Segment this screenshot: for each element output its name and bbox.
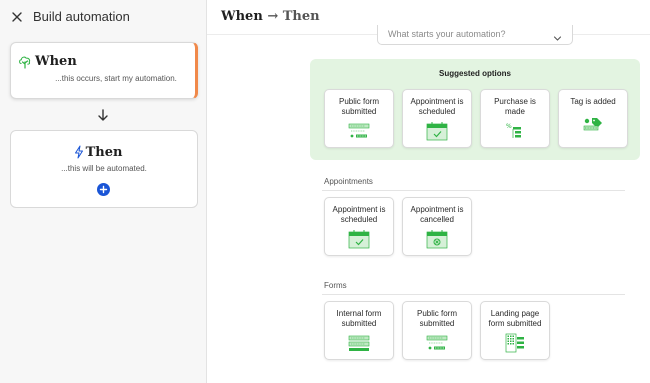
page-title: When → Then xyxy=(221,9,320,24)
left-panel-header: Build automation xyxy=(0,0,207,34)
calendar-check-icon xyxy=(348,229,370,254)
form-icon xyxy=(348,123,370,144)
section-title-appointments: Appointments xyxy=(324,177,373,186)
option-label: Public form submitted xyxy=(338,97,379,116)
option-label: Appointment is scheduled xyxy=(410,97,464,116)
when-title: When xyxy=(35,54,77,69)
option-tag-added[interactable]: Tag is added xyxy=(558,89,628,148)
option-public-form-submitted[interactable]: Public form submitted xyxy=(402,301,472,360)
option-landing-page-form-submitted[interactable]: Landing page form submitted xyxy=(480,301,550,360)
when-subtitle: ...this occurs, start my automation. xyxy=(55,74,177,83)
when-card[interactable]: When ...this occurs, start my automation… xyxy=(10,42,198,99)
page-title-arrow: → xyxy=(267,9,279,24)
section-divider xyxy=(322,190,625,191)
page-title-then: Then xyxy=(282,9,320,24)
calendar-cancel-icon xyxy=(426,229,448,254)
then-title: Then xyxy=(85,145,123,160)
landing-page-icon xyxy=(504,332,526,359)
then-subtitle: ...this will be automated. xyxy=(61,164,147,173)
plus-icon xyxy=(99,185,108,194)
trigger-select[interactable]: What starts your automation? xyxy=(377,25,573,45)
option-label: Purchase is made xyxy=(494,97,536,116)
trigger-select-placeholder: What starts your automation? xyxy=(388,29,506,39)
option-public-form-submitted[interactable]: Public form submitted xyxy=(324,89,394,148)
svg-text:%: % xyxy=(506,123,512,130)
form-icon xyxy=(426,335,448,356)
receipt-icon: % xyxy=(504,121,526,146)
option-purchase-made[interactable]: Purchase is made % xyxy=(480,89,550,148)
option-label: Internal form submitted xyxy=(336,309,382,328)
option-label: Public form submitted xyxy=(416,309,457,328)
left-panel: Build automation When ...this occurs, st… xyxy=(0,0,207,383)
option-label: Tag is added xyxy=(570,97,616,106)
chevron-down-icon xyxy=(553,30,562,41)
section-divider xyxy=(322,294,625,295)
arrow-down-icon xyxy=(97,108,109,122)
section-title-forms: Forms xyxy=(324,281,347,290)
option-label: Landing page form submitted xyxy=(488,309,542,328)
form-icon xyxy=(348,335,370,358)
add-action-button[interactable] xyxy=(97,183,110,196)
calendar-check-icon xyxy=(426,121,448,146)
panel-title: Build automation xyxy=(33,9,130,24)
close-icon[interactable] xyxy=(10,10,24,24)
page-title-when: When xyxy=(221,9,263,24)
option-label: Appointment is cancelled xyxy=(410,205,464,224)
option-appointment-scheduled[interactable]: Appointment is scheduled xyxy=(402,89,472,148)
suggested-options-title: Suggested options xyxy=(439,69,511,78)
option-internal-form-submitted[interactable]: Internal form submitted xyxy=(324,301,394,360)
option-appointment-cancelled[interactable]: Appointment is cancelled xyxy=(402,197,472,256)
then-card[interactable]: Then ...this will be automated. xyxy=(10,130,198,208)
tree-icon xyxy=(18,55,32,69)
option-label: Appointment is scheduled xyxy=(332,205,386,224)
option-appointment-scheduled[interactable]: Appointment is scheduled xyxy=(324,197,394,256)
tag-icon xyxy=(581,117,605,140)
